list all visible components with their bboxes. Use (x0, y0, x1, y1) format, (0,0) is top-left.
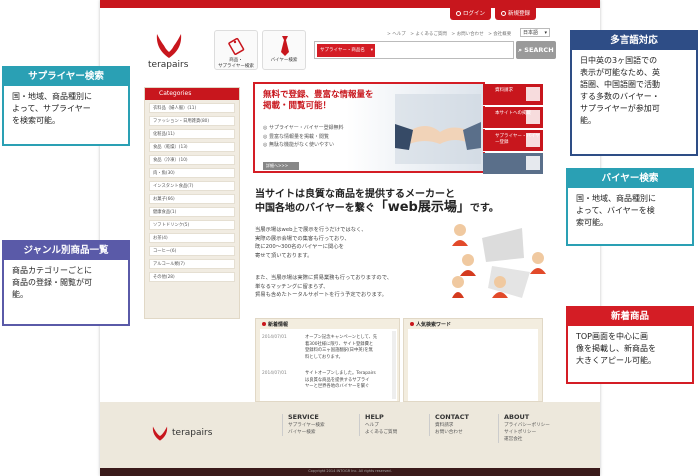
banner-feature: ◎ サプライヤー・バイヤー登録無料 (263, 125, 344, 131)
footer-link[interactable]: サイトポリシー (504, 429, 550, 436)
headline-line: 中国各地のバイヤーを繋ぐ「web展示場」です。 (255, 200, 499, 215)
support-paragraph: また、当展示場は実際に貿易業務も行っておりますので、 単なるマッチングに留まらず… (255, 275, 393, 298)
keywords-heading: 人気検索ワード (410, 321, 451, 328)
callout-text: 日中英の3ヶ国語での 表示が可能なため、英 語圏、中国語圏で活動 する多数のバイ… (580, 56, 660, 125)
copyright-text: Copyright 2014 INTOGR Inc. All rights re… (308, 469, 392, 473)
sidebar-item[interactable]: ソフトドリンク(5) (149, 220, 235, 230)
footer-column-help: HELP ヘルプ よくあるご質問 (359, 414, 397, 436)
footer-link[interactable]: サプライヤー検索 (288, 422, 325, 429)
news-item[interactable]: サイトオープンしました。Terapairs は良質な商品を提供するサプライ ヤー… (305, 371, 376, 391)
product-supplier-search-button[interactable]: 商品・ サプライヤー検索 (214, 30, 258, 70)
banner-feature: ◎ 無駄な機能がなく使いやすい (263, 142, 334, 148)
banner-features: ◎ サプライヤー・バイヤー登録無料 ◎ 豊富な情報量を掲載・閲覧 ◎ 無駄な機能… (263, 124, 344, 150)
sidebar-item[interactable]: アルコール類(7) (149, 259, 235, 269)
callout-text: 商品カテゴリーごとに 商品の登録・閲覧が可 能。 (12, 266, 92, 299)
intro-paragraph: 当展示場はweb上で展示を行うだけではなく、 実際の展示会場での集客も行っており… (255, 227, 367, 259)
sidebar-item[interactable]: ファッション・日用雑貨(80) (149, 116, 235, 126)
bullet-icon (262, 322, 266, 326)
footer-link[interactable]: プライバシーポリシー (504, 422, 550, 429)
banner-side-item[interactable]: 本サイトへの掲載 (483, 107, 543, 129)
keywords-list[interactable] (408, 329, 538, 401)
banner-side-item[interactable]: 資料請求 (483, 84, 543, 106)
language-select[interactable]: 日本語 ▾ (520, 28, 550, 37)
callout-text: TOP画面を中心に画 像を掲載し、新商品を 大きくアピール可能。 (576, 332, 656, 365)
news-date: 2014/07/01 (262, 371, 287, 376)
bullet-icon (410, 322, 414, 326)
login-button[interactable]: ログイン (450, 8, 492, 20)
callout-genre-list: ジャンル別商品一覧 商品カテゴリーごとに 商品の登録・閲覧が可 能。 (2, 240, 130, 326)
footer-column-about: ABOUT プライバシーポリシー サイトポリシー 運営会社 (498, 414, 550, 443)
footer-logo-text: terapairs (172, 428, 213, 438)
news-item[interactable]: オープン記念キャンペーンとして、先 着300社様に限り、サイト登録費と 登録料の… (305, 335, 377, 361)
banner-side-item[interactable] (483, 153, 543, 175)
sidebar-item[interactable]: 衣料品（婦人服）(11) (149, 103, 235, 113)
sidebar-item[interactable]: インスタント食品(7) (149, 181, 235, 191)
footer-column-service: SERVICE サプライヤー検索 バイヤー検索 (282, 414, 325, 436)
document-image (526, 110, 540, 124)
top-strip (100, 0, 600, 8)
copyright-bar: Copyright 2014 INTOGR Inc. All rights re… (100, 468, 600, 476)
search-category-select[interactable]: サプライヤー・商品名 ▾ (317, 44, 375, 57)
tag-icon (228, 37, 245, 55)
footer-link[interactable]: 資料請求 (435, 422, 469, 429)
banner-detail-button[interactable]: 詳細へ>>> (263, 162, 299, 170)
chevron-down-icon: ▾ (370, 48, 373, 53)
footer-link[interactable]: 運営会社 (504, 436, 550, 443)
footer-link[interactable]: ヘルプ (365, 422, 397, 429)
news-scrollbar[interactable] (392, 331, 396, 399)
callout-supplier-search: サプライヤー検索 国・地域、商品種別に よって、サプライヤー を検索可能。 (2, 66, 130, 146)
callout-text: 国・地域、商品種別に よって、サプライヤー を検索可能。 (12, 92, 92, 125)
sidebar-heading: Categories (145, 88, 239, 100)
sidebar-item[interactable]: その他(28) (149, 272, 235, 282)
sidebar-item[interactable]: 肉・魚(30) (149, 168, 235, 178)
sidebar-item[interactable]: お菓子(66) (149, 194, 235, 204)
header-links[interactable]: > ヘルプ > よくあるご質問 > お問い合わせ > 会社概要 (387, 31, 511, 37)
handshake-thumbnail (526, 133, 540, 147)
category-sidebar: Categories 衣料品（婦人服）(11) ファッション・日用雑貨(80) … (144, 87, 240, 319)
lock-icon (456, 11, 461, 16)
footer-link[interactable]: よくあるご質問 (365, 429, 397, 436)
sidebar-item[interactable]: 健康食品(1) (149, 207, 235, 217)
product-thumbnail (526, 156, 540, 170)
popular-keywords-panel: 人気検索ワード (403, 318, 543, 402)
sidebar-item[interactable]: 食品（冷凍）(10) (149, 155, 235, 165)
logo-icon[interactable] (152, 30, 186, 60)
news-heading: 新着情報 (262, 321, 288, 328)
chevron-down-icon: ▾ (544, 30, 547, 36)
banner-title: 無料で登録、豊富な情報量を 掲載・閲覧可能！ (263, 90, 374, 111)
news-panel: 新着情報 2014/07/01 オープン記念キャンペーンとして、先 着300社様… (255, 318, 400, 402)
sidebar-item[interactable]: お茶(4) (149, 233, 235, 243)
pencil-icon (501, 11, 506, 16)
website-page: ログイン 新規登録 terapairs 商品・ サプライヤー検索 バイヤー検索 … (100, 0, 600, 476)
buyers-illustration (452, 224, 546, 298)
banner-side-item[interactable]: サプライヤー・バイヤー登録 (483, 130, 543, 152)
callout-buyer-search: バイヤー検索 国・地域、商品種別に よって、バイヤーを検 索可能。 (566, 168, 694, 246)
buyer-search-button[interactable]: バイヤー検索 (262, 30, 306, 70)
footer-link[interactable]: お問い合わせ (435, 429, 469, 436)
handshake-image (395, 94, 481, 164)
tie-icon (281, 36, 289, 56)
sidebar-item[interactable]: 食品（乾燥）(13) (149, 142, 235, 152)
callout-new-products: 新着商品 TOP画面を中心に画 像を掲載し、新商品を 大きくアピール可能。 (566, 306, 694, 384)
sidebar-item[interactable]: 化粧品(11) (149, 129, 235, 139)
banner-feature: ◎ 豊富な情報量を掲載・閲覧 (263, 133, 329, 140)
callout-text: 国・地域、商品種別に よって、バイヤーを検 索可能。 (576, 194, 656, 227)
headline: 当サイトは良質な商品を提供するメーカーと 中国各地のバイヤーを繋ぐ「web展示場… (255, 189, 499, 215)
news-list[interactable]: 2014/07/01 オープン記念キャンペーンとして、先 着300社様に限り、サ… (260, 329, 397, 401)
logo-text: terapairs (148, 60, 189, 70)
document-image (526, 87, 540, 101)
footer-logo-icon (150, 424, 170, 442)
search-button[interactable]: ⌕ SEARCH (516, 41, 556, 59)
sidebar-item[interactable]: コーヒー(6) (149, 246, 235, 256)
callout-multilanguage: 多言語対応 日中英の3ヶ国語での 表示が可能なため、英 語圏、中国語圏で活動 す… (570, 30, 698, 156)
footer-link[interactable]: バイヤー検索 (288, 429, 325, 436)
footer-column-contact: CONTACT 資料請求 お問い合わせ (429, 414, 469, 436)
news-date: 2014/07/01 (262, 335, 287, 340)
hero-banner[interactable]: 無料で登録、豊富な情報量を 掲載・閲覧可能！ ◎ サプライヤー・バイヤー登録無料 … (253, 82, 485, 173)
search-input[interactable]: サプライヤー・商品名 ▾ (314, 41, 514, 59)
register-button[interactable]: 新規登録 (495, 8, 537, 20)
